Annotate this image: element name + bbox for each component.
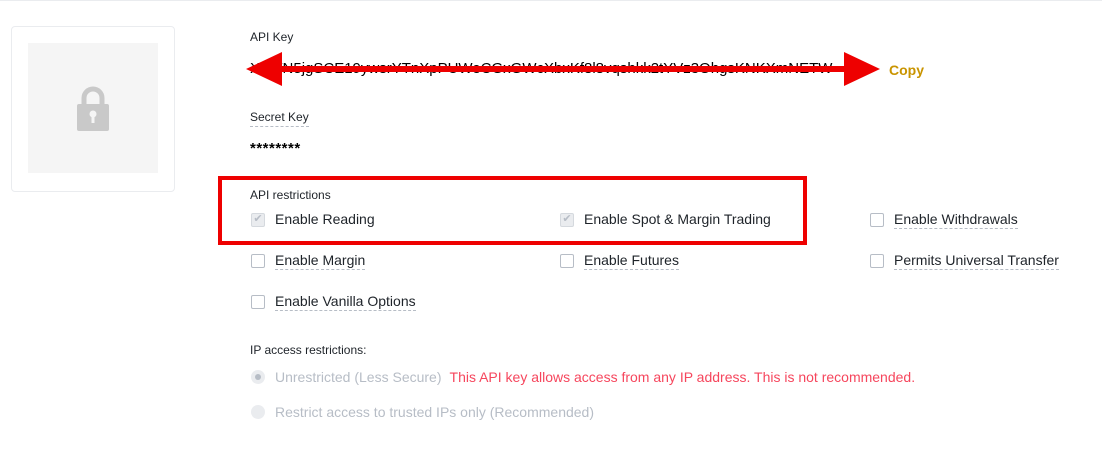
radio-label: Unrestricted (Less Secure) bbox=[275, 369, 442, 385]
radio-label: Restrict access to trusted IPs only (Rec… bbox=[275, 404, 595, 420]
api-key-value: XqIVN5jgSCE19ywsrYTnXpPUWeCGxGWcXbxKf8l8… bbox=[250, 60, 833, 77]
check-icon: ✔ bbox=[253, 213, 263, 225]
radio-dot[interactable] bbox=[251, 405, 265, 419]
checkbox-enable-futures[interactable]: Enable Futures bbox=[560, 252, 679, 270]
checkbox-enable-withdrawals[interactable]: Enable Withdrawals bbox=[870, 211, 1018, 229]
checkbox-label: Permits Universal Transfer bbox=[894, 252, 1059, 270]
api-key-label: API Key bbox=[250, 30, 294, 44]
checkbox-enable-margin[interactable]: Enable Margin bbox=[251, 252, 366, 270]
checkbox-box[interactable]: ✔ bbox=[251, 212, 265, 227]
top-divider bbox=[0, 0, 1102, 1]
checkbox-label: Enable Spot & Margin Trading bbox=[584, 211, 771, 227]
copy-button[interactable]: Copy bbox=[889, 62, 924, 78]
api-restrictions-label: API restrictions bbox=[250, 188, 331, 202]
secret-key-value: ******** bbox=[250, 140, 301, 157]
lock-icon bbox=[77, 86, 109, 131]
checkbox-label: Enable Margin bbox=[275, 252, 366, 270]
ip-warning-text: This API key allows access from any IP a… bbox=[449, 369, 916, 385]
secret-key-label-text: Secret Key bbox=[250, 110, 309, 127]
checkbox-box[interactable] bbox=[251, 254, 265, 268]
checkbox-permits-universal-transfer[interactable]: Permits Universal Transfer bbox=[870, 252, 1059, 270]
radio-restrict-trusted-ips[interactable]: Restrict access to trusted IPs only (Rec… bbox=[251, 404, 594, 420]
checkbox-label: Enable Vanilla Options bbox=[275, 293, 416, 311]
checkbox-label: Enable Withdrawals bbox=[894, 211, 1018, 229]
radio-dot[interactable] bbox=[251, 370, 265, 384]
ip-access-label: IP access restrictions: bbox=[250, 343, 367, 357]
checkbox-box[interactable] bbox=[251, 295, 265, 309]
qr-code-card bbox=[11, 26, 175, 192]
checkbox-enable-vanilla-options[interactable]: Enable Vanilla Options bbox=[251, 293, 416, 311]
checkbox-label: Enable Reading bbox=[275, 211, 375, 227]
qr-placeholder bbox=[28, 43, 158, 173]
checkbox-box[interactable]: ✔ bbox=[560, 212, 574, 227]
checkbox-box[interactable] bbox=[560, 254, 574, 268]
checkbox-box[interactable] bbox=[870, 213, 884, 227]
check-icon: ✔ bbox=[562, 213, 572, 225]
checkbox-box[interactable] bbox=[870, 254, 884, 268]
secret-key-label: Secret Key bbox=[250, 110, 309, 127]
checkbox-enable-reading[interactable]: ✔ Enable Reading bbox=[251, 211, 375, 228]
checkbox-enable-spot-margin-trading[interactable]: ✔ Enable Spot & Margin Trading bbox=[560, 211, 771, 228]
checkbox-label: Enable Futures bbox=[584, 252, 679, 270]
radio-unrestricted[interactable]: Unrestricted (Less Secure) This API key … bbox=[251, 369, 915, 385]
